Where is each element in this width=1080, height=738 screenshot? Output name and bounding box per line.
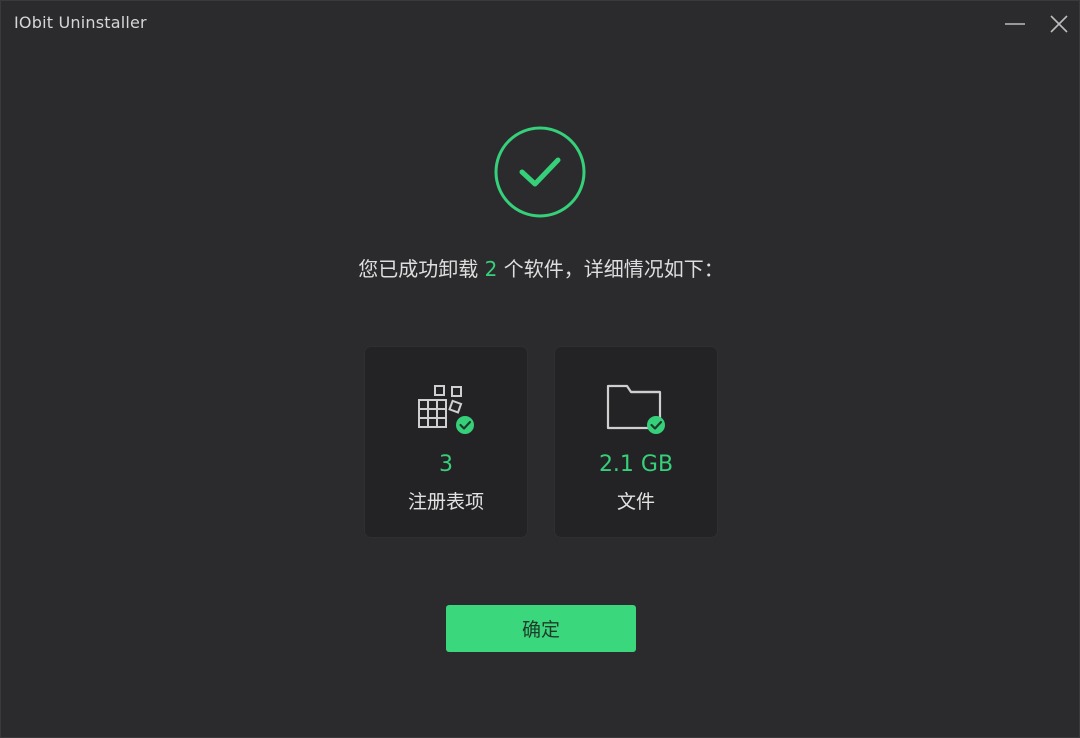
uninstalled-count: 2 [484,257,498,281]
registry-blocks-check-icon [418,385,474,434]
files-label: 文件 [616,491,655,513]
registry-count: 3 [439,452,453,477]
files-size: 2.1 GB [598,452,674,477]
title-bar: IObit Uninstaller [1,1,1080,47]
close-button[interactable] [1044,9,1074,39]
files-summary-card: 2.1 GB 文件 [555,347,717,537]
minimize-icon [1005,23,1025,25]
close-icon [1050,15,1068,33]
app-title: IObit Uninstaller [14,13,147,32]
message-prefix: 您已成功卸载 [358,257,485,281]
confirm-button[interactable]: 确定 [446,605,636,652]
minimize-button[interactable] [1000,9,1030,39]
success-message: 您已成功卸载 2 个软件，详细情况如下： [1,253,1080,282]
check-circle-icon [494,126,586,218]
registry-summary-card: 3 注册表项 [365,347,527,537]
message-suffix: 个软件，详细情况如下： [497,257,724,281]
uninstall-complete-window: IObit Uninstaller 您已成功卸载 2 个软件，详细情况如下： 3… [0,0,1080,738]
success-badge [494,126,586,218]
folder-check-icon [606,384,665,434]
registry-label: 注册表项 [407,491,484,513]
